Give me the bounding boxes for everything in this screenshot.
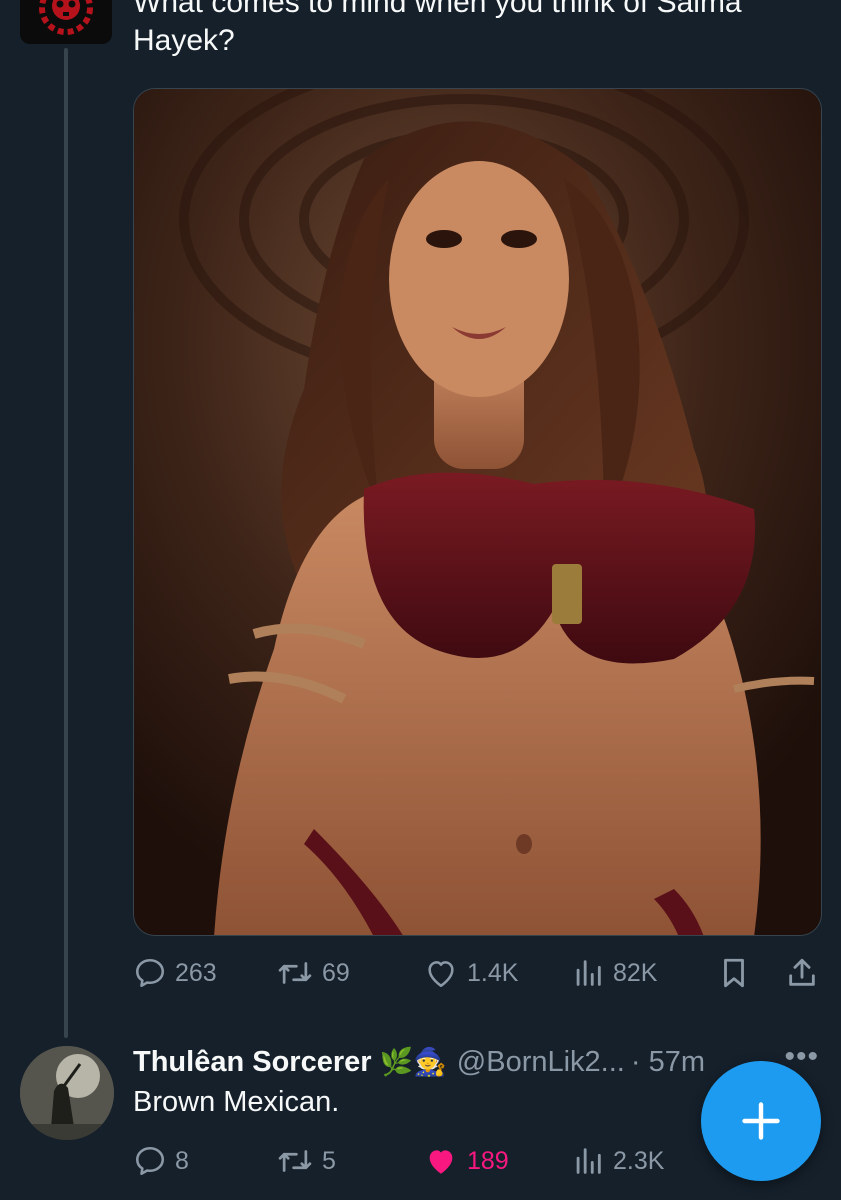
views-button[interactable]: 82K xyxy=(571,953,657,993)
reply-icon xyxy=(135,958,165,988)
heart-icon xyxy=(428,961,454,988)
reply-views-button[interactable]: 2.3K xyxy=(571,1141,664,1181)
like-count: 1.4K xyxy=(467,958,519,987)
reply-count: 263 xyxy=(175,958,217,987)
share-icon xyxy=(789,958,815,986)
share-button[interactable] xyxy=(785,953,819,993)
reply-text: Brown Mexican. xyxy=(133,1086,340,1118)
thread-connector-line xyxy=(64,48,68,1038)
skull-logo-icon xyxy=(39,0,93,35)
reply-retweet-button[interactable]: 5 xyxy=(276,1141,336,1181)
reply-reply-count: 8 xyxy=(175,1146,189,1175)
photo-illustration xyxy=(134,89,821,935)
retweet-button[interactable]: 69 xyxy=(276,953,350,993)
bookmark-button[interactable] xyxy=(717,953,751,993)
compose-tweet-button[interactable] xyxy=(701,1061,821,1181)
reply-like-button[interactable]: 189 xyxy=(423,1141,509,1181)
reply-display-name[interactable]: Thulêan Sorcerer xyxy=(133,1046,372,1079)
plus-icon xyxy=(742,1102,780,1140)
reply-handle[interactable]: @BornLik2... xyxy=(457,1046,625,1079)
view-count: 82K xyxy=(613,958,658,987)
views-icon xyxy=(576,1148,601,1174)
heart-filled-icon xyxy=(429,1150,453,1174)
reply-retweet-count: 5 xyxy=(322,1146,336,1175)
reply-time[interactable]: · 57m xyxy=(631,1046,705,1079)
views-icon xyxy=(576,960,601,986)
reply-like-count: 189 xyxy=(467,1146,509,1175)
reply-author-avatar[interactable] xyxy=(20,1046,114,1140)
name-emojis: 🌿🧙 xyxy=(379,1047,447,1077)
tweet-text: What comes to mind when you think of Sal… xyxy=(133,0,742,57)
retweet-count: 69 xyxy=(322,958,350,987)
tweet-media-image[interactable] xyxy=(133,88,822,936)
tweet-action-bar: 263 69 1.4K 82K xyxy=(133,953,823,993)
author-avatar[interactable] xyxy=(20,0,112,44)
bookmark-icon xyxy=(724,958,744,988)
like-button[interactable]: 1.4K xyxy=(423,953,518,993)
retweet-icon xyxy=(278,1150,312,1172)
reply-view-count: 2.3K xyxy=(613,1146,665,1175)
timeline: What comes to mind when you think of Sal… xyxy=(0,0,841,1200)
retweet-icon xyxy=(278,962,312,984)
reply-icon xyxy=(135,1146,165,1176)
reply-button[interactable]: 263 xyxy=(133,953,217,993)
sorcerer-avatar-image xyxy=(20,1046,114,1140)
reply-reply-button[interactable]: 8 xyxy=(133,1141,189,1181)
